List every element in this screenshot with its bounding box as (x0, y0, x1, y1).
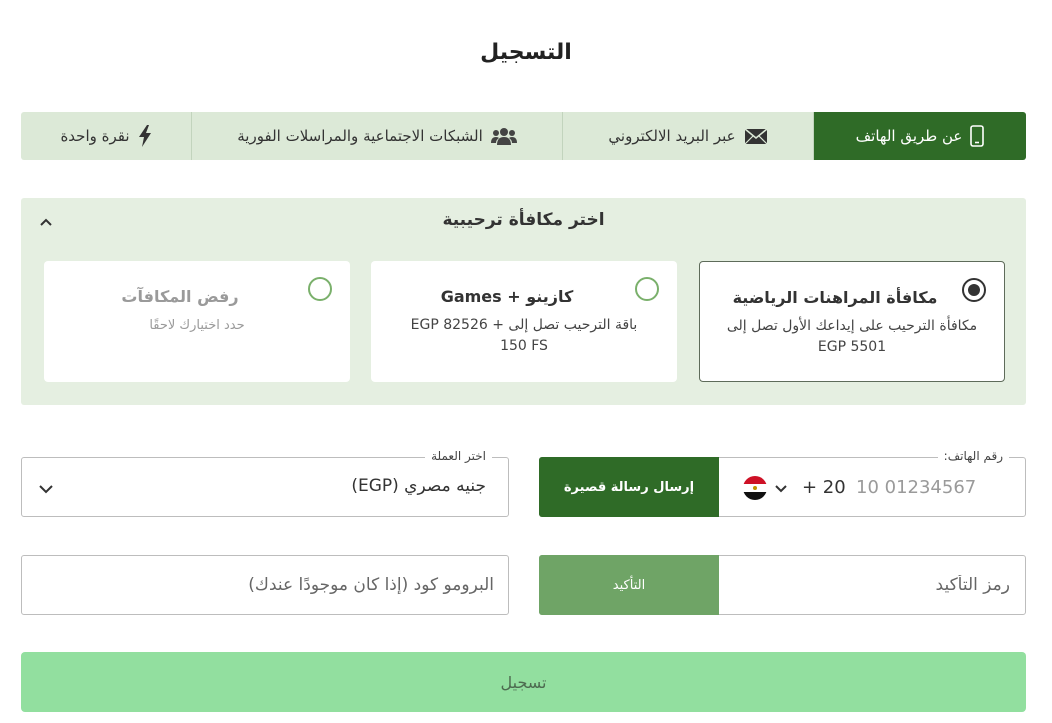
confirm-button[interactable]: التأكيد (539, 555, 719, 615)
register-button[interactable]: تسجيل (21, 652, 1026, 712)
users-icon (490, 127, 517, 145)
currency-legend: اختر العملة (425, 449, 492, 463)
tab-phone-label: عن طريق الهاتف (855, 127, 963, 145)
confirm-field: التأكيد (539, 555, 1026, 615)
tab-social-label: الشبكات الاجتماعية والمراسلات الفورية (237, 127, 483, 145)
page-title: التسجيل (480, 40, 572, 65)
bonus-option-title: مكافأة المراهنات الرياضية (732, 288, 938, 307)
lightning-icon (138, 125, 152, 147)
bonus-option-title: كازينو + Games (440, 287, 574, 306)
bonus-option-desc: باقة الترحيب تصل إلى EGP 82526 + 150 FS (410, 317, 638, 354)
bonus-option-decline[interactable]: رفض المكافآت حدد اختيارك لاحقًا (44, 261, 350, 382)
send-sms-button[interactable]: إرسال رسالة قصيرة (539, 457, 719, 517)
bonus-option-sports[interactable]: مكافأة المراهنات الرياضية مكافأة الترحيب… (699, 261, 1005, 382)
country-code: + 20 (802, 477, 846, 498)
bonus-option-desc: حدد اختيارك لاحقًا (149, 318, 245, 333)
radio-casino[interactable] (635, 277, 659, 301)
phone-field: رقم الهاتف: إرسال رسالة قصيرة + 20 (539, 449, 1026, 517)
tab-email-label: عبر البريد الالكتروني (608, 127, 736, 145)
tab-one-click-label: نقرة واحدة (60, 127, 130, 145)
egypt-flag-icon (743, 476, 767, 500)
tab-one-click[interactable]: نقرة واحدة (21, 112, 191, 160)
envelope-icon (744, 127, 768, 145)
currency-value: جنيه مصري (EGP) (351, 476, 486, 496)
promo-field (21, 555, 509, 615)
tab-social[interactable]: الشبكات الاجتماعية والمراسلات الفورية (191, 112, 562, 160)
registration-tabs: عن طريق الهاتف عبر البريد الالكتروني الش… (21, 112, 1026, 160)
bonus-option-casino[interactable]: كازينو + Games باقة الترحيب تصل إلى EGP … (371, 261, 677, 382)
currency-select[interactable]: اختر العملة جنيه مصري (EGP) (21, 449, 509, 517)
phone-legend: رقم الهاتف: (937, 449, 1009, 463)
chevron-up-icon[interactable] (39, 214, 53, 228)
radio-sports[interactable] (962, 278, 986, 302)
radio-decline[interactable] (308, 277, 332, 301)
confirm-code-input[interactable] (730, 568, 1010, 602)
bonus-option-desc: مكافأة الترحيب على إيداعك الأول تصل إلى … (726, 318, 978, 355)
chevron-down-icon[interactable] (38, 481, 54, 500)
promo-code-input[interactable] (34, 568, 494, 602)
phone-input[interactable] (856, 470, 1006, 504)
tab-phone[interactable]: عن طريق الهاتف (813, 112, 1026, 160)
phone-icon (970, 125, 985, 147)
tab-email[interactable]: عبر البريد الالكتروني (562, 112, 813, 160)
bonus-title: اختر مكافأة ترحيبية (442, 210, 605, 230)
bonus-option-title: رفض المكافآت (121, 287, 239, 306)
welcome-bonus-panel: اختر مكافأة ترحيبية مكافأة المراهنات الر… (21, 198, 1026, 405)
chevron-down-icon[interactable] (774, 481, 788, 500)
